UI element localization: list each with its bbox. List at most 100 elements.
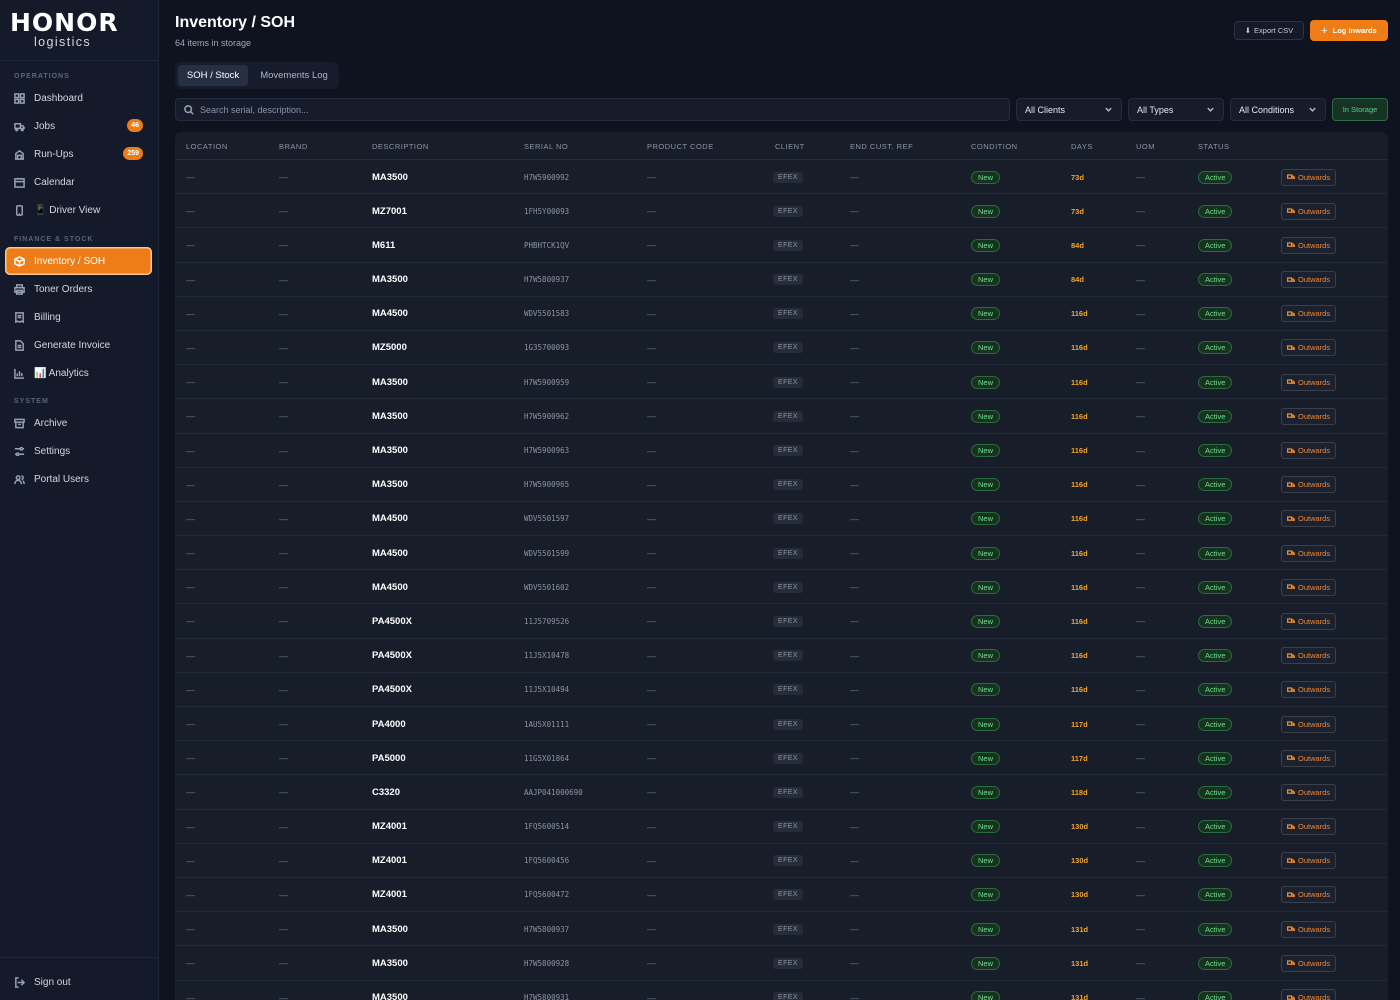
outwards-button[interactable]: Outwards xyxy=(1281,783,1337,801)
printer-icon xyxy=(14,283,25,295)
uom-cell: — xyxy=(1136,206,1145,217)
col-header-description[interactable]: DESCRIPTION xyxy=(372,142,429,151)
brand-logo[interactable]: HONOR logistics xyxy=(0,0,158,61)
table-row[interactable]: — — C3320 AAJP041000690 — EFEX — New 118d — Active… xyxy=(175,775,1388,810)
outwards-button[interactable]: Outwards xyxy=(1281,168,1337,186)
table-row[interactable]: — — MA3500 H7W5900965 — EFEX — New 116d — Active Ou… xyxy=(175,468,1388,502)
outwards-button[interactable]: Outwards xyxy=(1281,578,1337,596)
table-row[interactable]: — — MA4500 WDV5501599 — EFEX — New 116d — Active Ou… xyxy=(175,536,1388,571)
outwards-label: Outwards xyxy=(1298,719,1331,729)
sidebar-item-settings[interactable]: Settings xyxy=(5,437,152,465)
outwards-button[interactable]: Outwards xyxy=(1281,510,1337,528)
col-header-serial[interactable]: SERIAL NO xyxy=(524,142,568,151)
table-row[interactable]: — — MA3500 H7W5900962 — EFEX — New 116d — Active Ou… xyxy=(175,399,1388,434)
status-badge: Active xyxy=(1198,751,1233,765)
sidebar-item-toner-orders[interactable]: Toner Orders xyxy=(5,275,152,303)
table-row[interactable]: — — PA4000 1AU5X01111 — EFEX — New 117d — Active Ou… xyxy=(175,707,1388,742)
table-row[interactable]: — — MZ7001 1FH5Y00093 — EFEX — New 73d — Active Out… xyxy=(175,194,1388,229)
outwards-button[interactable]: Outwards xyxy=(1281,886,1337,904)
type-filter-select[interactable]: All Types xyxy=(1128,98,1224,121)
col-header-brand[interactable]: BRAND xyxy=(279,142,308,151)
export-csv-button[interactable]: ⬇ Export CSV xyxy=(1234,21,1304,40)
sidebar-item-inventory-soh[interactable]: Inventory / SOH xyxy=(5,247,152,275)
outwards-button[interactable]: Outwards xyxy=(1281,647,1337,665)
outwards-button[interactable]: Outwards xyxy=(1281,612,1337,630)
chevron-down-icon xyxy=(1104,105,1113,114)
sidebar-item-analytics[interactable]: 📊 Analytics xyxy=(5,359,152,387)
end-cust-ref-cell: — xyxy=(850,787,859,798)
sidebar-item-billing[interactable]: Billing xyxy=(5,303,152,331)
table-row[interactable]: — — MA3500 H7W5800928 — EFEX — New 131d — Active Ou… xyxy=(175,946,1388,981)
outwards-button[interactable]: Outwards xyxy=(1281,271,1337,289)
outwards-button[interactable]: Outwards xyxy=(1281,305,1337,323)
days-cell: 130d xyxy=(1071,890,1089,900)
table-row[interactable]: — — PA4500X 11J5X10478 — EFEX — New 116d — Active O… xyxy=(175,639,1388,673)
table-row[interactable]: — — MZ4001 1FQ5600472 — EFEX — New 130d — Active Ou… xyxy=(175,878,1388,913)
col-header-days[interactable]: DAYS xyxy=(1071,142,1093,151)
sidebar-item-driver-view[interactable]: 📱 Driver View xyxy=(5,196,152,224)
outwards-button[interactable]: Outwards xyxy=(1281,373,1337,391)
col-header-condition[interactable]: CONDITION xyxy=(971,142,1018,151)
table-row[interactable]: — — MZ4001 1FQ5600514 — EFEX — New 130d — Active Ou… xyxy=(175,810,1388,844)
table-row[interactable]: — — MA3500 H7W5800937 — EFEX — New 131d — Active Ou… xyxy=(175,912,1388,947)
outwards-button[interactable]: Outwards xyxy=(1281,236,1337,254)
col-header-uom[interactable]: UOM xyxy=(1136,142,1155,151)
sidebar-item-archive[interactable]: Archive xyxy=(5,409,152,437)
outwards-button[interactable]: Outwards xyxy=(1281,442,1337,459)
col-header-end-cust-ref[interactable]: END CUST. REF xyxy=(850,142,913,151)
table-row[interactable]: — — M611 PHBHTCK1QV — EFEX — New 84d — Active Outwa… xyxy=(175,228,1388,263)
search-input[interactable] xyxy=(200,104,980,115)
table-row[interactable]: — — MA4500 WDV5501583 — EFEX — New 116d — Active Ou… xyxy=(175,297,1388,331)
table-row[interactable]: — — MZ4001 1FQ5600456 — EFEX — New 130d — Active Ou… xyxy=(175,844,1388,878)
sidebar-item-generate-invoice[interactable]: Generate Invoice xyxy=(5,331,152,359)
outwards-button[interactable]: Outwards xyxy=(1281,989,1337,1000)
table-row[interactable]: — — PA4500X 11J5709526 — EFEX — New 116d — Active O… xyxy=(175,604,1388,639)
sidebar-item-portal-users[interactable]: Portal Users xyxy=(5,465,152,493)
outwards-button[interactable]: Outwards xyxy=(1281,407,1337,425)
outwards-label: Outwards xyxy=(1298,856,1331,866)
outwards-button[interactable]: Outwards xyxy=(1281,920,1337,938)
outwards-button[interactable]: Outwards xyxy=(1281,954,1337,972)
sidebar-item-dashboard[interactable]: Dashboard xyxy=(5,84,152,112)
table-row[interactable]: — — MA3500 H7W5900963 — EFEX — New 116d — Active Ou… xyxy=(175,434,1388,468)
condition-badge: New xyxy=(971,991,1001,1000)
outwards-button[interactable]: Outwards xyxy=(1281,202,1337,220)
table-row[interactable]: — — MA4500 WDV5501597 — EFEX — New 116d — Active Ou… xyxy=(175,502,1388,537)
outwards-button[interactable]: Outwards xyxy=(1281,339,1337,357)
condition-filter-select[interactable]: All Conditions xyxy=(1230,98,1326,121)
sidebar-item-runups[interactable]: Run-Ups 259 xyxy=(5,140,152,168)
col-header-status[interactable]: STATUS xyxy=(1198,142,1229,151)
log-inwards-button[interactable]: + Log Inwards xyxy=(1310,20,1388,41)
table-row[interactable]: — — MA3500 H7W5800937 — EFEX — New 84d — Active Out… xyxy=(175,263,1388,297)
sign-out-button[interactable]: Sign out xyxy=(5,968,152,996)
client-filter-select[interactable]: All Clients xyxy=(1016,98,1122,121)
table-row[interactable]: — — PA4500X 11J5X10494 — EFEX — New 116d — Active O… xyxy=(175,673,1388,707)
outwards-button[interactable]: Outwards xyxy=(1281,818,1337,836)
serial-cell: WDV5501602 xyxy=(524,582,570,592)
outwards-button[interactable]: Outwards xyxy=(1281,715,1337,733)
table-row[interactable]: — — MZ5000 1G35700093 — EFEX — New 116d — Active Ou… xyxy=(175,331,1388,366)
days-cell: 116d xyxy=(1071,411,1088,421)
uom-cell: — xyxy=(1136,582,1145,593)
in-storage-toggle[interactable]: In Storage xyxy=(1332,98,1388,121)
description-cell: MA3500 xyxy=(372,992,408,1000)
table-row[interactable]: — — MA3500 H7W5800931 — EFEX — New 131d — Active Ou… xyxy=(175,981,1388,1000)
table-row[interactable]: — — PA5000 11G5X01864 — EFEX — New 117d — Active Ou… xyxy=(175,741,1388,776)
tab-movements-log[interactable]: Movements Log xyxy=(252,65,336,86)
sidebar-item-calendar[interactable]: Calendar xyxy=(5,168,152,196)
table-row[interactable]: — — MA3500 H7W5900992 — EFEX — New 73d — Active Out… xyxy=(175,160,1388,195)
sidebar-item-jobs[interactable]: Jobs 46 xyxy=(5,112,152,140)
location-cell: — xyxy=(186,958,195,969)
col-header-client[interactable]: CLIENT xyxy=(775,142,805,151)
table-row[interactable]: — — MA4500 WDV5501602 — EFEX — New 116d — Active Ou… xyxy=(175,570,1388,605)
tab-soh-stock[interactable]: SOH / Stock xyxy=(178,65,248,86)
col-header-product-code[interactable]: PRODUCT CODE xyxy=(647,142,714,151)
brand-cell: — xyxy=(279,411,288,422)
outwards-button[interactable]: Outwards xyxy=(1281,681,1337,699)
outwards-button[interactable]: Outwards xyxy=(1281,852,1337,870)
outwards-button[interactable]: Outwards xyxy=(1281,749,1337,767)
outwards-button[interactable]: Outwards xyxy=(1281,476,1337,494)
table-row[interactable]: — — MA3500 H7W5900959 — EFEX — New 116d — Active Ou… xyxy=(175,365,1388,400)
col-header-location[interactable]: LOCATION xyxy=(186,142,228,151)
outwards-button[interactable]: Outwards xyxy=(1281,544,1337,562)
